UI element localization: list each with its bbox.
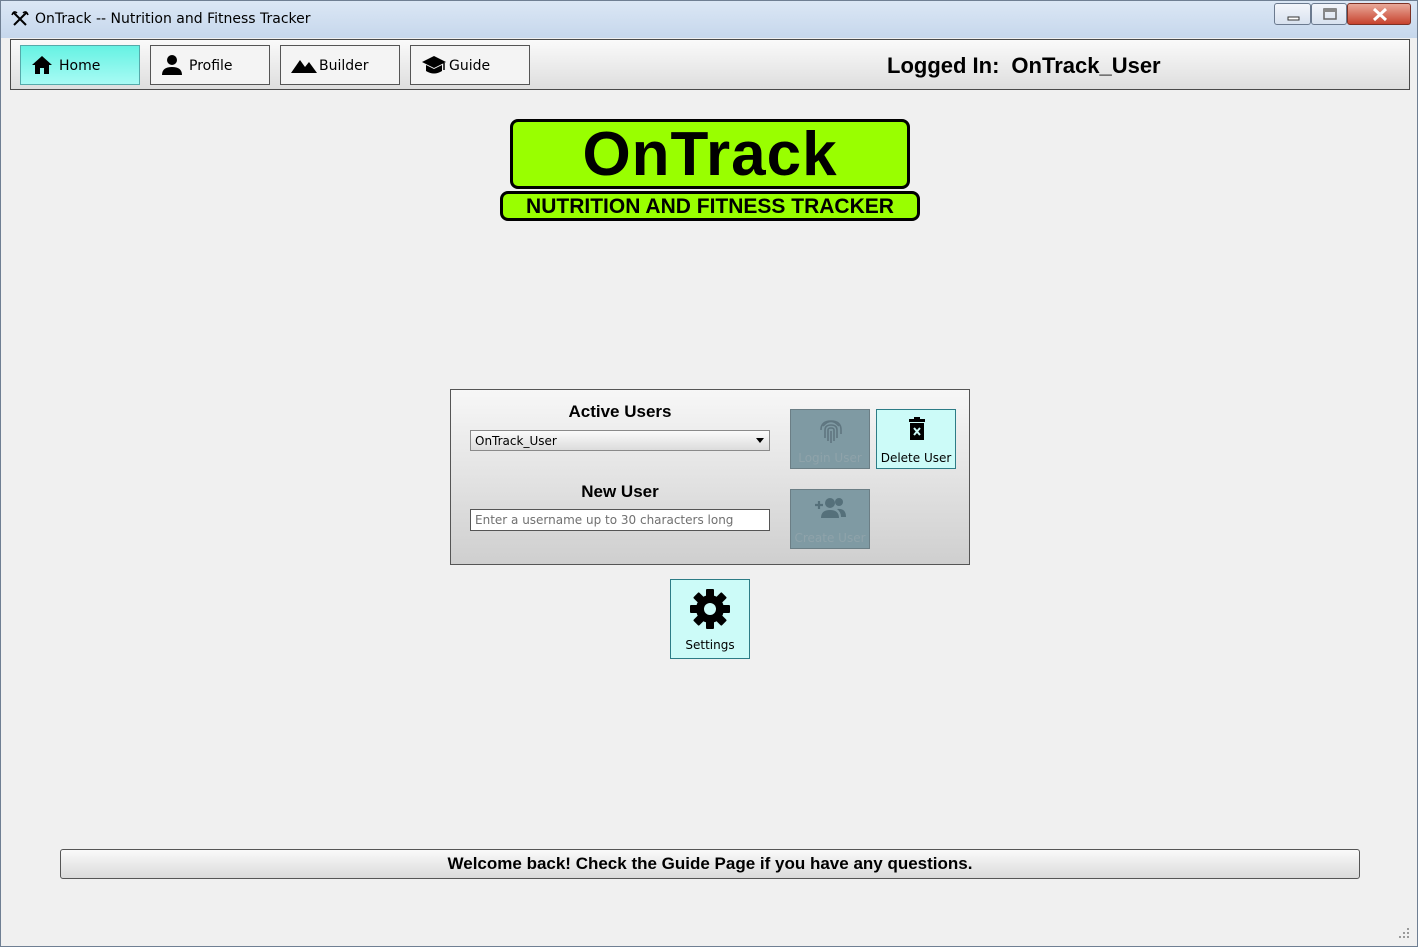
logged-in-status: Logged In: OnTrack_User <box>887 53 1161 79</box>
delete-user-label: Delete User <box>880 451 952 465</box>
add-user-icon <box>815 498 846 518</box>
logo-title: OnTrack <box>582 120 838 189</box>
new-username-input[interactable] <box>470 509 770 531</box>
minimize-icon <box>1287 16 1300 21</box>
new-user-heading: New User <box>581 482 659 501</box>
fork-knife-icon <box>11 11 29 26</box>
delete-user-button[interactable]: Delete User <box>876 409 956 469</box>
home-icon <box>32 56 52 74</box>
settings-label: Settings <box>685 638 735 652</box>
trash-icon <box>909 417 925 440</box>
status-message: Welcome back! Check the Guide Page if yo… <box>60 849 1360 879</box>
logo-subtitle: NUTRITION AND FITNESS TRACKER <box>526 195 894 218</box>
gear-icon <box>690 589 730 629</box>
tab-guide[interactable]: Guide <box>410 45 530 85</box>
nav-bar: Home Profile Builder Guide Logged In: OnT <box>10 39 1410 90</box>
active-users-heading: Active Users <box>568 402 672 421</box>
tab-home-label: Home <box>59 58 101 74</box>
minimize-button[interactable] <box>1274 3 1311 25</box>
tab-guide-label: Guide <box>449 58 491 74</box>
chevron-down-icon <box>756 438 764 443</box>
person-icon <box>162 55 182 75</box>
app-window: OnTrack -- Nutrition and Fitness Tracker… <box>0 0 1418 947</box>
app-logo: OnTrack <box>510 119 910 189</box>
active-users-dropdown[interactable]: OnTrack_User <box>470 430 770 451</box>
maximize-button[interactable] <box>1311 3 1347 25</box>
maximize-icon <box>1323 8 1337 20</box>
title-bar[interactable]: OnTrack -- Nutrition and Fitness Tracker <box>1 1 1417 38</box>
user-management-panel: Active Users OnTrack_User New User Login… <box>450 389 970 565</box>
settings-button[interactable]: Settings <box>670 579 750 659</box>
resize-grip-icon[interactable] <box>1397 926 1411 940</box>
logged-in-username: OnTrack_User <box>1011 53 1161 78</box>
tab-home[interactable]: Home <box>20 45 140 85</box>
login-user-button[interactable]: Login User <box>790 409 870 469</box>
tab-profile[interactable]: Profile <box>150 45 270 85</box>
close-icon <box>1372 7 1388 22</box>
mountains-icon <box>291 60 317 73</box>
tab-builder[interactable]: Builder <box>280 45 400 85</box>
login-user-label: Login User <box>798 451 862 465</box>
close-button[interactable] <box>1347 3 1411 25</box>
tab-profile-label: Profile <box>189 58 233 74</box>
window-title: OnTrack -- Nutrition and Fitness Tracker <box>35 11 311 27</box>
graduation-cap-icon <box>422 56 446 74</box>
create-user-button[interactable]: Create User <box>790 489 870 549</box>
app-logo-subtitle: NUTRITION AND FITNESS TRACKER <box>500 191 920 221</box>
create-user-label: Create User <box>794 531 866 545</box>
active-users-selected: OnTrack_User <box>475 434 557 448</box>
tab-builder-label: Builder <box>319 58 369 74</box>
logged-in-label: Logged In: <box>887 53 1000 78</box>
fingerprint-icon <box>820 420 842 443</box>
